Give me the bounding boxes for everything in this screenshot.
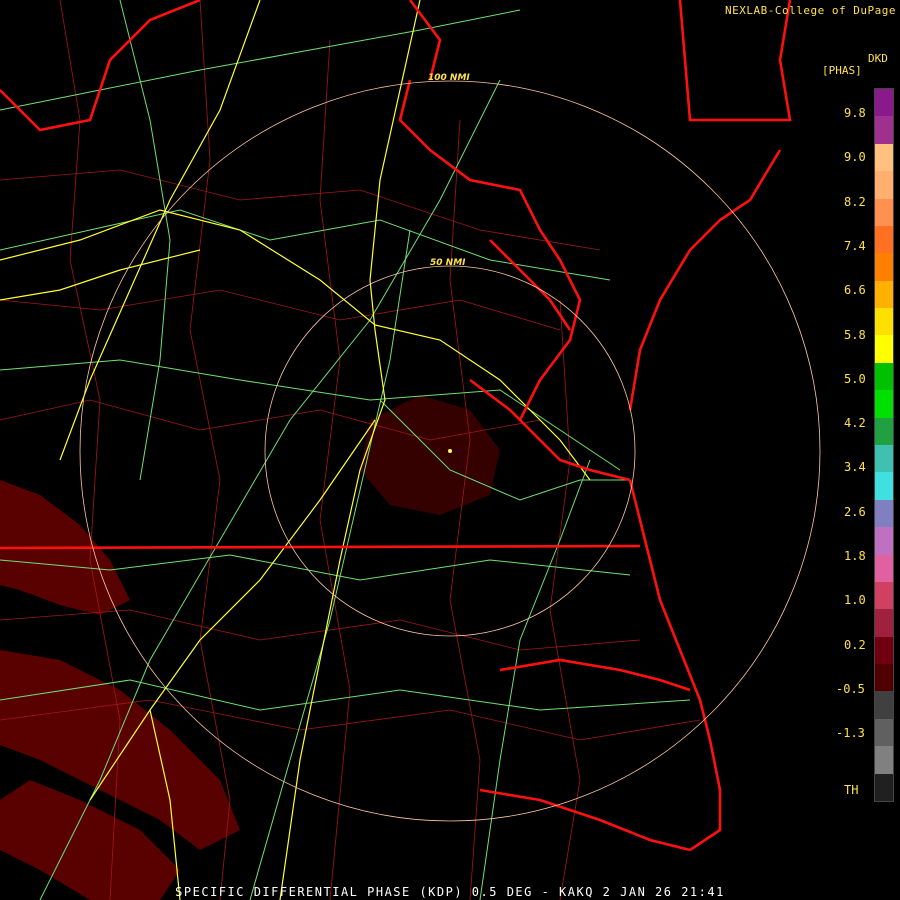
coast-pamlico xyxy=(479,788,691,852)
highway-i66 xyxy=(0,249,201,301)
colorbar-segment xyxy=(875,116,893,145)
colorbar-segment xyxy=(875,390,893,419)
county-line xyxy=(319,39,351,900)
road-line xyxy=(0,9,521,111)
legend-tick-label: 7.4 xyxy=(844,238,866,253)
legend-tick-label: 1.8 xyxy=(844,549,866,563)
road-line xyxy=(249,229,411,900)
county-line xyxy=(0,169,601,251)
colorbar-segment xyxy=(875,746,893,775)
legend-tick-label: 4.2 xyxy=(844,416,866,431)
county-line xyxy=(549,299,581,900)
colorbar-segment xyxy=(875,472,893,501)
road-line xyxy=(119,0,171,481)
coast-chesapeake-east xyxy=(628,149,782,411)
border-delmarva-east xyxy=(678,0,792,122)
legend-tick-label: 8.2 xyxy=(844,194,866,209)
legend-tick-label: -1.3 xyxy=(836,726,865,741)
legend-product-code: DKD xyxy=(868,52,888,65)
border-va-wv xyxy=(0,0,201,132)
legend-tick-label: 0.2 xyxy=(844,637,866,652)
radar-site-marker xyxy=(448,449,452,453)
radar-echoes xyxy=(0,395,500,900)
radar-display: 50 NMI 100 NMI NEXLAB-College of DuPage … xyxy=(0,0,900,900)
county-line xyxy=(0,609,641,651)
legend-tick-label: 3.4 xyxy=(844,460,866,475)
range-ring-label-50: 50 NMI xyxy=(430,258,466,268)
colorbar-segment xyxy=(875,609,893,638)
coast-outer-banks xyxy=(678,649,722,852)
legend-tick-label: 9.0 xyxy=(844,150,866,165)
legend-tick-label: 2.6 xyxy=(844,504,866,519)
range-ring-label-100: 100 NMI xyxy=(428,73,470,83)
coast-potomac xyxy=(398,79,582,421)
legend-tick-label: 6.6 xyxy=(844,283,866,298)
coast-atlantic-va xyxy=(628,479,682,651)
road-line xyxy=(479,459,591,900)
echo-region-center xyxy=(360,395,500,515)
coast-rappahannock xyxy=(489,239,572,331)
road-line xyxy=(0,359,621,471)
legend-tick-label: 9.8 xyxy=(844,106,866,120)
legend-tick-label: 5.8 xyxy=(844,327,866,342)
legend-tick-label: 1.0 xyxy=(844,593,866,608)
radar-map[interactable] xyxy=(0,0,900,900)
border-md xyxy=(408,0,442,81)
legend-tick-label: TH xyxy=(844,782,859,797)
legend-unit: [PHAS] xyxy=(822,64,862,77)
legend-tick-label: -0.5 xyxy=(836,681,865,696)
product-footer: SPECIFIC DIFFERENTIAL PHASE (KDP) 0.5 DE… xyxy=(175,885,725,899)
colorbar-segment xyxy=(875,253,893,282)
county-line xyxy=(449,119,481,900)
coast-albemarle xyxy=(499,658,691,692)
legend-tick-label: 5.0 xyxy=(844,371,866,386)
credit-text: NEXLAB-College of DuPage xyxy=(725,4,896,17)
